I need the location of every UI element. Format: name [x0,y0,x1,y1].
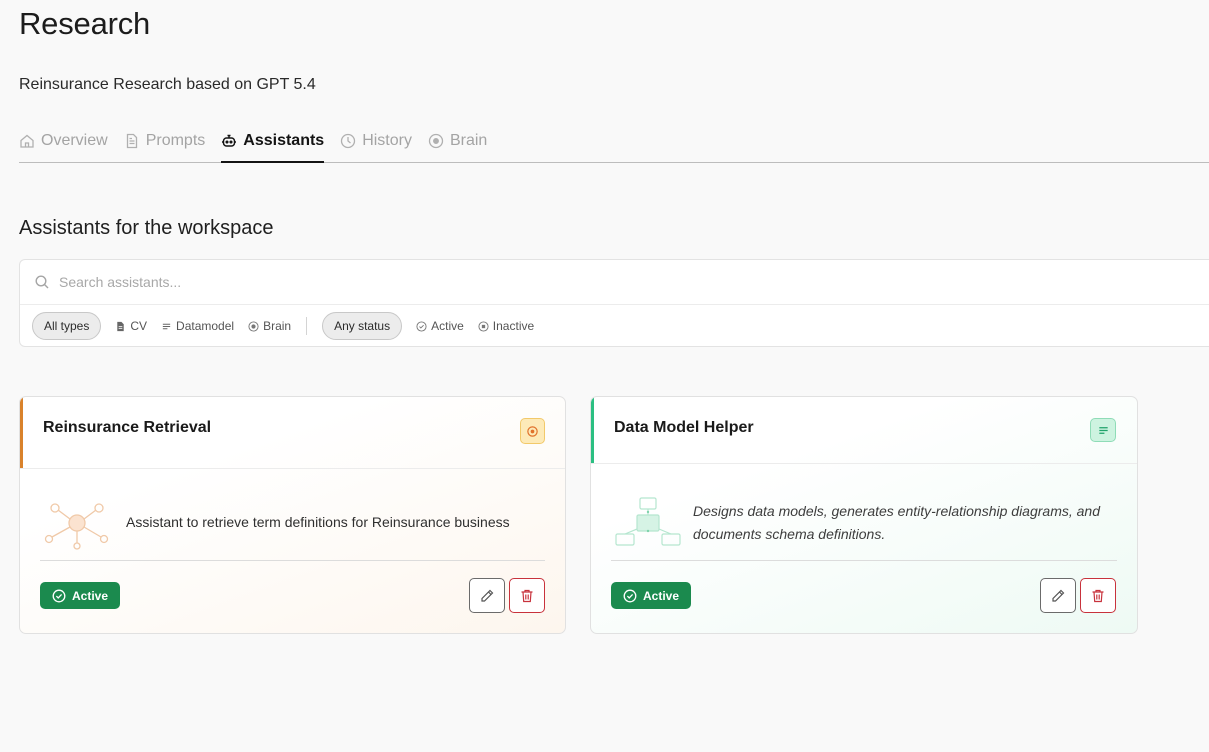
filter-brain[interactable]: Brain [248,319,291,333]
status-label: Active [72,588,109,603]
assistant-name: Data Model Helper [614,419,754,436]
brain-icon [527,425,538,437]
chip-label: Inactive [492,319,535,333]
assistant-card[interactable]: Reinsurance Retrieval Assistant to retri… [19,396,566,634]
page-title: Research [19,6,151,41]
filter-active[interactable]: Active [416,319,464,333]
tab-brain[interactable]: Brain [428,128,487,163]
page-subtitle: Reinsurance Research based on GPT 5.4 [19,76,316,93]
network-illustration-icon [44,502,109,550]
check-circle-icon [416,320,427,332]
card-header: Data Model Helper [591,397,1137,464]
assistant-card[interactable]: Data Model Helper Designs data models, g… [590,396,1138,634]
card-accent [591,397,594,463]
brain-icon [428,133,444,149]
assistant-description: Designs data models, generates entity-re… [693,502,1101,542]
datamodel-icon [1098,426,1108,434]
status-label: Active [643,588,680,603]
edit-button[interactable] [1040,578,1076,613]
search-filter-panel: All types CV Datamodel Brain Any status … [19,259,1209,347]
tab-label: History [362,132,412,149]
filter-row: All types CV Datamodel Brain Any status … [20,305,1209,347]
home-icon [20,134,34,148]
type-badge [1090,418,1116,442]
robot-icon [222,134,237,147]
card-accent [20,397,23,468]
lines-icon [162,323,171,329]
search-icon [35,275,49,289]
clock-icon [341,133,356,149]
edit-button[interactable] [469,578,505,613]
trash-icon [521,589,533,602]
assistant-description: Assistant to retrieve term definitions f… [126,514,510,530]
pencil-icon [481,589,494,602]
chip-label: All types [44,319,90,333]
tab-overview[interactable]: Overview [19,128,108,163]
filter-all-types[interactable]: All types [32,312,102,340]
search-input[interactable] [59,274,859,290]
tab-bar: Overview Prompts Assistants History Brai… [19,128,1209,163]
trash-icon [1092,589,1104,602]
chip-label: Active [431,319,464,333]
filter-inactive[interactable]: Inactive [478,319,534,333]
delete-button[interactable] [509,578,545,613]
pencil-icon [1052,589,1065,602]
card-body: Assistant to retrieve term definitions f… [40,485,545,561]
diagram-illustration-icon [615,496,681,546]
tab-assistants[interactable]: Assistants [221,128,325,163]
filter-cv[interactable]: CV [115,319,147,333]
tab-prompts[interactable]: Prompts [124,128,206,163]
chip-label: Datamodel [176,319,235,333]
stop-circle-icon [478,320,489,332]
section-title: Assistants for the workspace [19,217,274,239]
tab-label: Assistants [243,132,325,149]
search-row [20,260,1209,305]
delete-button[interactable] [1080,578,1116,613]
status-badge: Active [40,582,121,609]
card-body: Designs data models, generates entity-re… [611,485,1117,561]
tab-label: Overview [41,132,108,149]
check-circle-icon [623,589,637,602]
file-icon [117,321,125,331]
type-badge [520,418,545,444]
tab-label: Brain [449,132,488,149]
tab-label: Prompts [145,132,206,149]
card-header: Reinsurance Retrieval [20,397,565,469]
filter-datamodel[interactable]: Datamodel [161,319,234,333]
tab-history[interactable]: History [340,128,412,163]
brain-icon [248,320,259,332]
chip-label: Any status [334,319,391,333]
filter-divider [306,317,308,335]
filter-any-status[interactable]: Any status [322,312,403,340]
status-badge: Active [611,582,692,609]
chip-label: CV [130,319,148,333]
check-circle-icon [52,589,66,602]
document-icon [126,133,137,149]
chip-label: Brain [263,319,292,333]
assistant-name: Reinsurance Retrieval [43,419,212,436]
